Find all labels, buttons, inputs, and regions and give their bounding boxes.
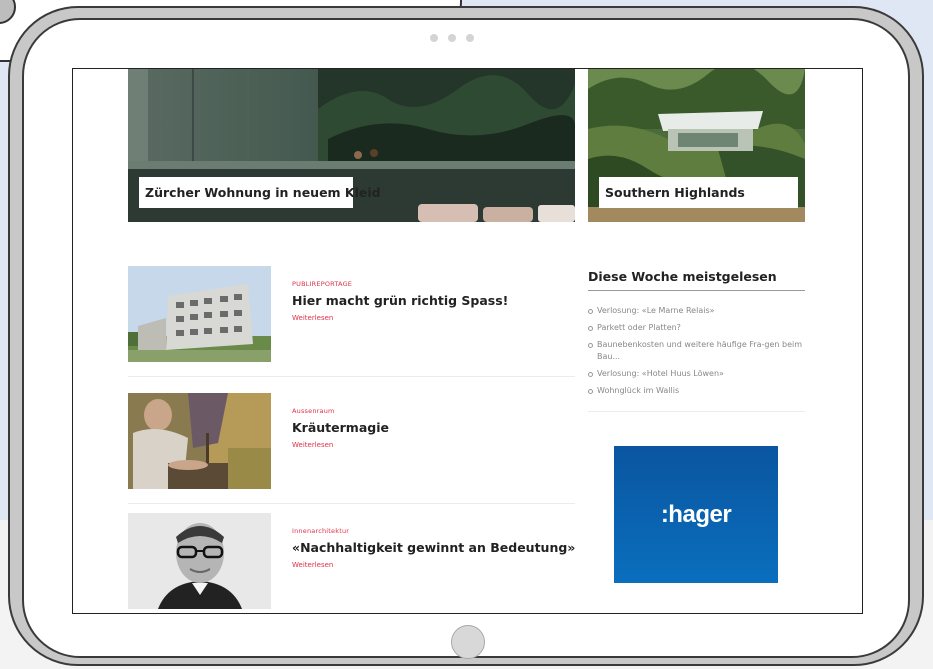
article-divider: [128, 376, 575, 377]
read-more-link[interactable]: Weiterlesen: [292, 314, 508, 322]
read-more-link[interactable]: Weiterlesen: [292, 441, 389, 449]
tablet-home-button[interactable]: [451, 625, 485, 659]
article-thumbnail[interactable]: [128, 513, 271, 609]
article-teaser[interactable]: PUBLIREPORTAGE Hier macht grün richtig S…: [128, 266, 575, 362]
tablet-camera-dots: [430, 34, 474, 42]
most-read-item[interactable]: Wohnglück im Wallis: [588, 385, 805, 397]
article-thumbnail[interactable]: [128, 266, 271, 362]
article-title[interactable]: «Nachhaltigkeit gewinnt an Bedeutung»: [292, 540, 575, 555]
hager-logo: :hager: [660, 500, 732, 528]
most-read-item[interactable]: Verlosung: «Le Marne Relais»: [588, 305, 805, 317]
tablet-screen: Zürcher Wohnung in neuem Kleid Southern …: [72, 68, 863, 614]
sidebar-divider: [588, 411, 805, 412]
article-category: Innenarchitektur: [292, 527, 350, 535]
hero-teaser-southern-highlands[interactable]: Southern Highlands: [588, 69, 805, 222]
most-read-item[interactable]: Verlosung: «Hotel Huus Löwen»: [588, 368, 805, 380]
article-teaser[interactable]: Aussenraum Kräutermagie Weiterlesen: [128, 393, 575, 489]
most-read-item[interactable]: Baunebenkosten und weitere häufige Fra-g…: [588, 339, 805, 363]
sidebar-title: Diese Woche meistgelesen: [588, 269, 805, 291]
article-divider: [128, 503, 575, 504]
article-category: PUBLIREPORTAGE: [292, 280, 353, 288]
most-read-item[interactable]: Parkett oder Platten?: [588, 322, 805, 334]
article-category: Aussenraum: [292, 407, 335, 415]
article-teaser[interactable]: Innenarchitektur «Nachhaltigkeit gewinnt…: [128, 513, 575, 609]
hero-teaser-zuercher-wohnung[interactable]: Zürcher Wohnung in neuem Kleid: [128, 69, 575, 222]
read-more-link[interactable]: Weiterlesen: [292, 561, 575, 569]
hero-title[interactable]: Zürcher Wohnung in neuem Kleid: [139, 177, 381, 208]
most-read-sidebar: Diese Woche meistgelesen Verlosung: «Le …: [588, 269, 805, 412]
most-read-list: Verlosung: «Le Marne Relais» Parkett ode…: [588, 305, 805, 397]
article-thumbnail[interactable]: [128, 393, 271, 489]
hager-ad-banner[interactable]: :hager: [614, 446, 778, 583]
hero-title[interactable]: Southern Highlands: [599, 177, 798, 208]
article-title[interactable]: Kräutermagie: [292, 420, 389, 435]
article-title[interactable]: Hier macht grün richtig Spass!: [292, 293, 508, 308]
